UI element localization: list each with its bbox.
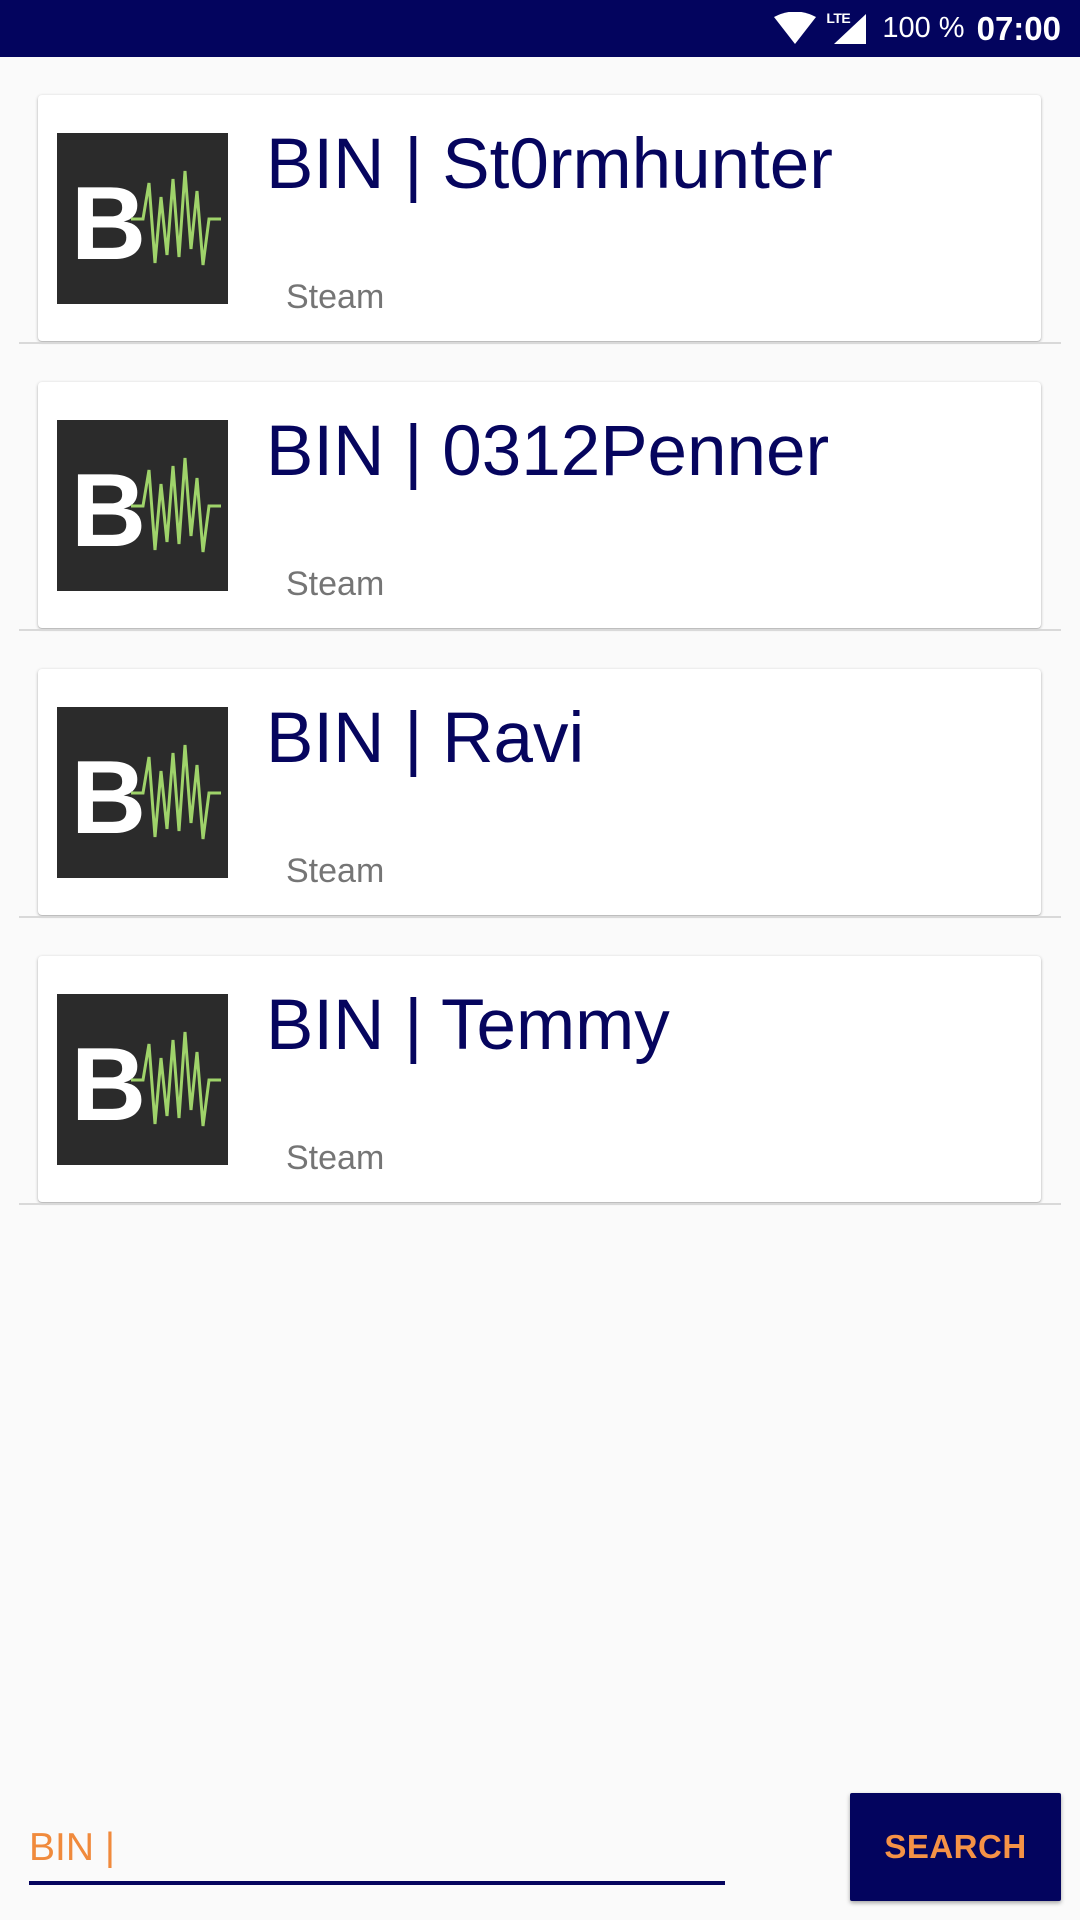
list-item: B BIN | Temmy Steam [0,918,1080,1205]
svg-text:B: B [71,453,146,569]
svg-text:B: B [71,740,146,856]
result-title: BIN | Ravi [266,699,585,778]
result-title: BIN | Temmy [266,986,670,1065]
network-type-label: LTE [826,9,851,26]
list-item: B BIN | Ravi Steam [0,631,1080,918]
app-logo-icon: B [57,420,228,591]
result-subtitle: Steam [286,278,385,316]
wifi-icon [772,11,818,46]
search-button[interactable]: SEARCH [850,1793,1061,1901]
divider [19,1203,1061,1205]
status-icons: LTE 100 % 07:00 [772,0,1061,57]
svg-text:B: B [71,166,146,282]
search-input[interactable] [29,1815,725,1885]
battery-percentage: 100 % [882,12,965,44]
app-logo-icon: B [57,707,228,878]
list-item: B BIN | 0312Penner Steam [0,344,1080,631]
result-card[interactable]: B BIN | St0rmhunter Steam [38,95,1041,341]
app-logo-icon: B [57,133,228,304]
status-bar: LTE 100 % 07:00 [0,0,1080,57]
app-logo-icon: B [57,994,228,1165]
svg-text:B: B [71,1027,146,1143]
result-subtitle: Steam [286,1139,385,1177]
result-subtitle: Steam [286,852,385,890]
result-card[interactable]: B BIN | Temmy Steam [38,956,1041,1202]
list-item: B BIN | St0rmhunter Steam [0,57,1080,344]
status-clock: 07:00 [976,9,1061,47]
signal-icon: LTE [826,9,868,46]
result-card[interactable]: B BIN | Ravi Steam [38,669,1041,915]
result-title: BIN | 0312Penner [266,412,830,491]
result-card[interactable]: B BIN | 0312Penner Steam [38,382,1041,628]
result-title: BIN | St0rmhunter [266,125,833,204]
result-subtitle: Steam [286,565,385,603]
